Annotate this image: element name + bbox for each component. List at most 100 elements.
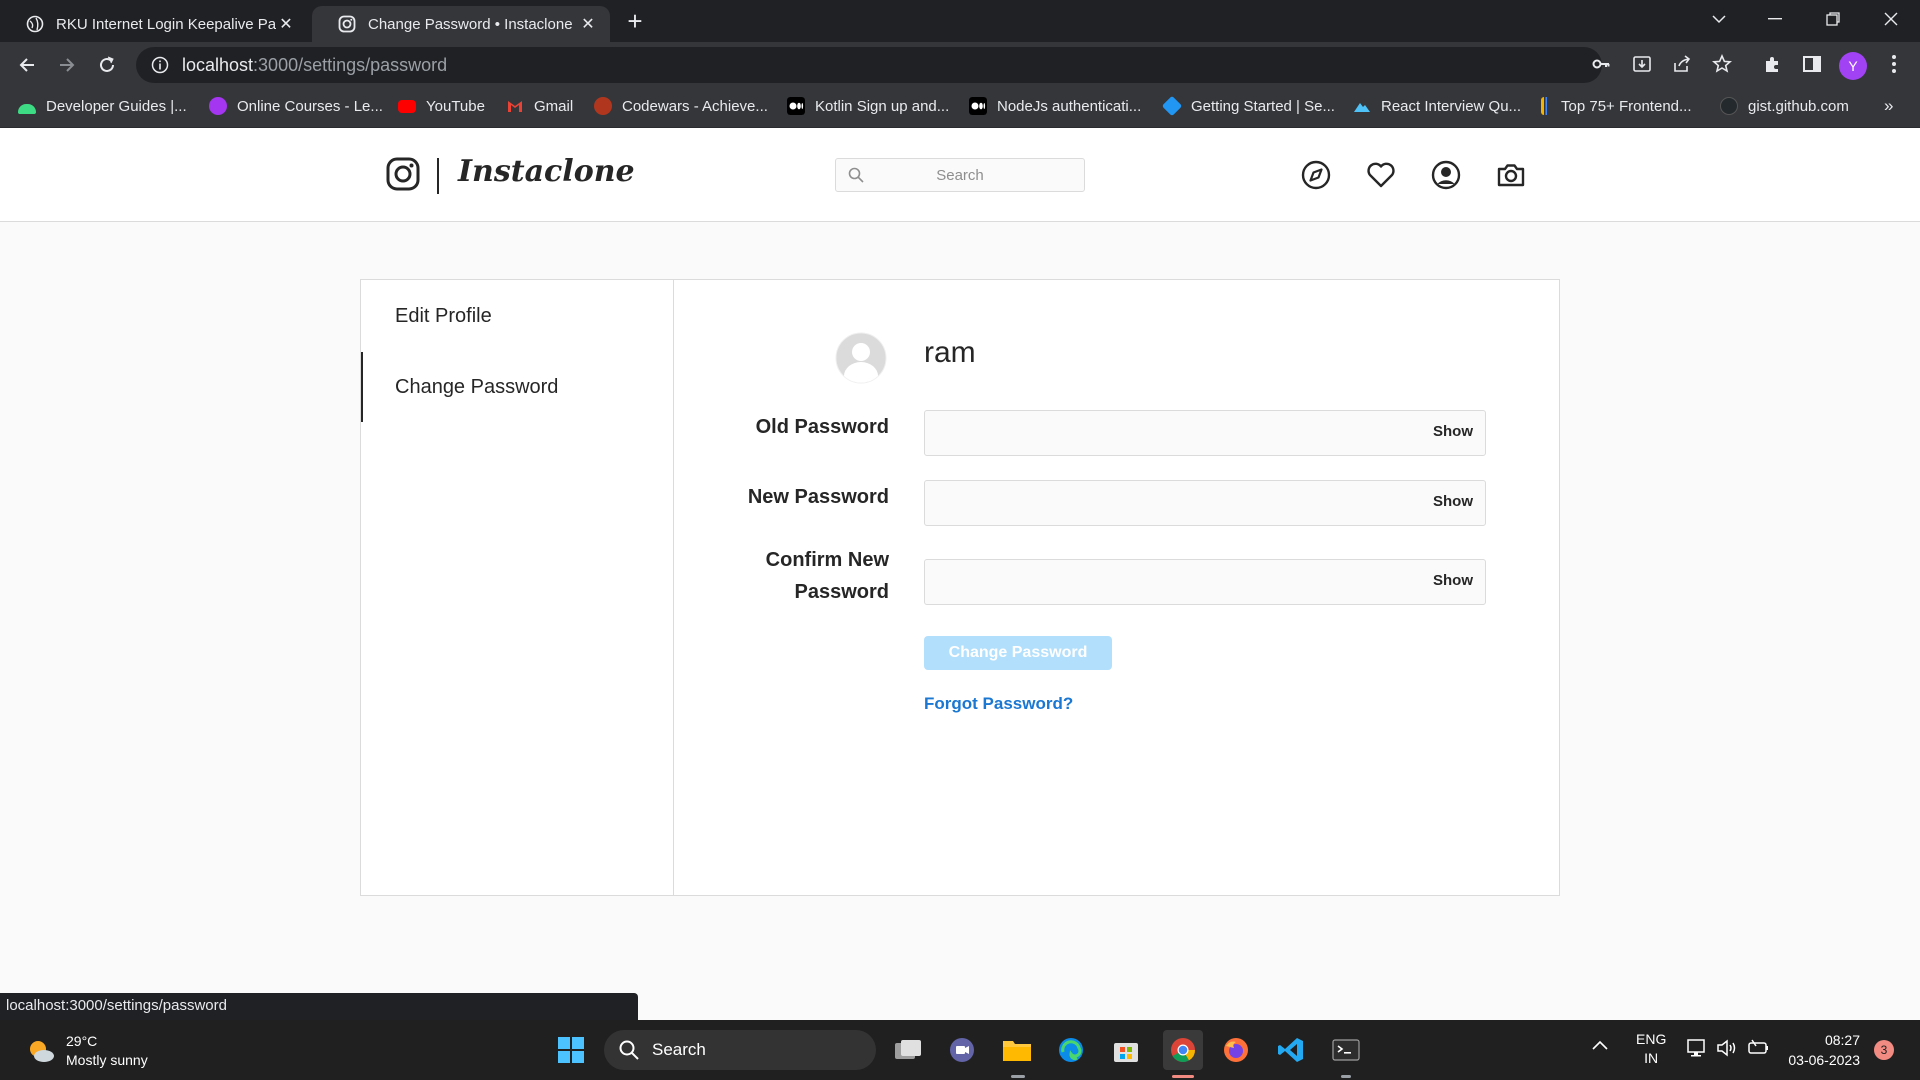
forgot-password-link[interactable]: Forgot Password? — [924, 694, 1073, 714]
site-info-icon[interactable] — [150, 55, 170, 75]
battery-icon[interactable] — [1746, 1038, 1770, 1058]
android-icon — [18, 104, 36, 114]
share-icon[interactable] — [1668, 50, 1696, 78]
firefox-icon[interactable] — [1218, 1032, 1254, 1068]
reload-icon[interactable] — [94, 52, 120, 78]
bookmark-youtube[interactable]: YouTube — [398, 88, 485, 124]
close-tab-icon[interactable]: ✕ — [276, 14, 296, 34]
bookmark-codewars[interactable]: Codewars - Achieve... — [594, 88, 768, 124]
new-password-field[interactable]: Show — [924, 480, 1486, 526]
confirm-password-label-line1: Confirm New — [765, 549, 889, 571]
heart-icon[interactable] — [1365, 159, 1397, 191]
close-window-icon[interactable] — [1870, 0, 1912, 38]
status-bar-url: localhost:3000/settings/password — [0, 993, 638, 1020]
browser-tab-rku[interactable]: RKU Internet Login Keepalive Page ✕ — [0, 6, 308, 42]
clock-date: 03-06-2023 — [1788, 1052, 1860, 1068]
change-password-form: ram Old Password Show New Password Show … — [674, 280, 1559, 895]
bookmark-label: gist.github.com — [1748, 97, 1849, 115]
show-old-password-button[interactable]: Show — [1433, 423, 1473, 440]
teams-chat-icon[interactable] — [944, 1032, 980, 1068]
taskbar-search[interactable]: Search — [604, 1030, 876, 1070]
bookmark-star-icon[interactable] — [1708, 50, 1736, 78]
new-password-input[interactable] — [925, 481, 1405, 525]
forward-icon[interactable] — [54, 52, 80, 78]
close-tab-icon[interactable]: ✕ — [578, 14, 598, 34]
bookmark-frontend[interactable]: Top 75+ Frontend... — [1541, 88, 1692, 124]
bookmark-react-interview[interactable]: React Interview Qu... — [1353, 88, 1521, 124]
system-clock[interactable]: 08:27 03-06-2023 — [1780, 1030, 1860, 1070]
weather-condition: Mostly sunny — [66, 1052, 148, 1068]
search-icon — [619, 1040, 639, 1060]
terminal-icon[interactable] — [1328, 1032, 1364, 1068]
app-logo-text[interactable]: Instaclone — [458, 154, 635, 189]
avatar — [835, 332, 887, 384]
settings-card: Edit Profile Change Password ram Old Pas… — [360, 279, 1560, 896]
logo-divider — [437, 158, 439, 194]
tab-search-icon[interactable] — [1698, 0, 1740, 38]
taskbar-search-label: Search — [652, 1040, 706, 1059]
bookmarks-overflow-icon[interactable]: » — [1884, 88, 1893, 124]
sidebar-item-label: Change Password — [395, 375, 559, 398]
browser-tab-instaclone[interactable]: Change Password • Instaclone ✕ — [312, 6, 610, 42]
back-icon[interactable] — [14, 52, 40, 78]
explore-compass-icon[interactable] — [1300, 159, 1332, 191]
new-tab-button[interactable]: + — [620, 8, 650, 34]
browser-tab-bar: RKU Internet Login Keepalive Page ✕ Chan… — [0, 0, 1920, 42]
bookmark-online-courses[interactable]: Online Courses - Le... — [209, 88, 383, 124]
extensions-icon[interactable] — [1758, 50, 1786, 78]
edge-icon[interactable] — [1053, 1032, 1089, 1068]
minimize-icon[interactable] — [1754, 0, 1796, 38]
instagram-logo-icon[interactable] — [386, 157, 420, 191]
file-explorer-icon[interactable] — [999, 1032, 1035, 1068]
instagram-icon — [338, 15, 356, 33]
network-icon[interactable] — [1686, 1038, 1708, 1058]
bookmark-developer-guides[interactable]: Developer Guides |... — [18, 88, 187, 124]
sidebar-item-change-password[interactable]: Change Password — [361, 352, 673, 422]
sidebar-item-edit-profile[interactable]: Edit Profile — [361, 280, 673, 352]
confirm-password-field[interactable]: Show — [924, 559, 1486, 605]
bookmark-nodejs[interactable]: NodeJs authenticati... — [969, 88, 1141, 124]
address-bar[interactable]: localhost:3000/settings/password — [136, 47, 1602, 83]
chrome-icon[interactable] — [1163, 1030, 1203, 1070]
bookmark-gmail[interactable]: Gmail — [506, 88, 573, 124]
change-password-button[interactable]: Change Password — [924, 636, 1112, 670]
app-header: Instaclone — [0, 128, 1920, 222]
show-confirm-password-button[interactable]: Show — [1433, 572, 1473, 589]
confirm-password-input[interactable] — [925, 560, 1405, 604]
key-icon[interactable] — [1587, 50, 1615, 78]
tab-title: RKU Internet Login Keepalive Page — [56, 15, 276, 33]
menu-kebab-icon[interactable] — [1880, 50, 1908, 78]
search-input[interactable] — [836, 159, 1084, 191]
active-indicator — [1011, 1075, 1025, 1078]
bookmark-getting-started[interactable]: Getting Started | Se... — [1161, 88, 1335, 124]
weather-widget[interactable]: 29°C Mostly sunny — [26, 1032, 148, 1070]
profile-avatar[interactable]: Y — [1839, 52, 1867, 80]
bookmark-label: YouTube — [426, 97, 485, 115]
show-new-password-button[interactable]: Show — [1433, 493, 1473, 510]
browser-toolbar: localhost:3000/settings/password Y — [0, 42, 1920, 88]
language-indicator[interactable]: ENG IN — [1636, 1030, 1666, 1068]
volume-icon[interactable] — [1716, 1038, 1738, 1058]
install-icon[interactable] — [1628, 50, 1656, 78]
windows-start-icon[interactable] — [553, 1032, 589, 1068]
show-hidden-icons[interactable] — [1592, 1040, 1608, 1050]
camera-icon[interactable] — [1495, 159, 1527, 191]
side-panel-icon[interactable] — [1798, 50, 1826, 78]
partly-sunny-icon — [30, 1041, 54, 1062]
bookmark-gist[interactable]: gist.github.com — [1720, 88, 1849, 124]
search-box[interactable] — [835, 158, 1085, 192]
search-icon — [848, 167, 864, 183]
medium-icon — [969, 97, 987, 115]
bookmark-kotlin[interactable]: Kotlin Sign up and... — [787, 88, 949, 124]
vscode-icon[interactable] — [1273, 1032, 1309, 1068]
restore-icon[interactable] — [1812, 0, 1854, 38]
medium-icon — [787, 97, 805, 115]
old-password-field[interactable]: Show — [924, 410, 1486, 456]
task-view-icon[interactable] — [890, 1032, 926, 1068]
notification-badge[interactable]: 3 — [1874, 1040, 1894, 1060]
old-password-input[interactable] — [925, 411, 1405, 455]
microsoft-store-icon[interactable] — [1108, 1032, 1144, 1068]
windows-taskbar: 29°C Mostly sunny Search ENG IN 08:27 03… — [0, 1020, 1920, 1080]
profile-user-icon[interactable] — [1430, 159, 1462, 191]
bars-icon — [1541, 97, 1551, 115]
